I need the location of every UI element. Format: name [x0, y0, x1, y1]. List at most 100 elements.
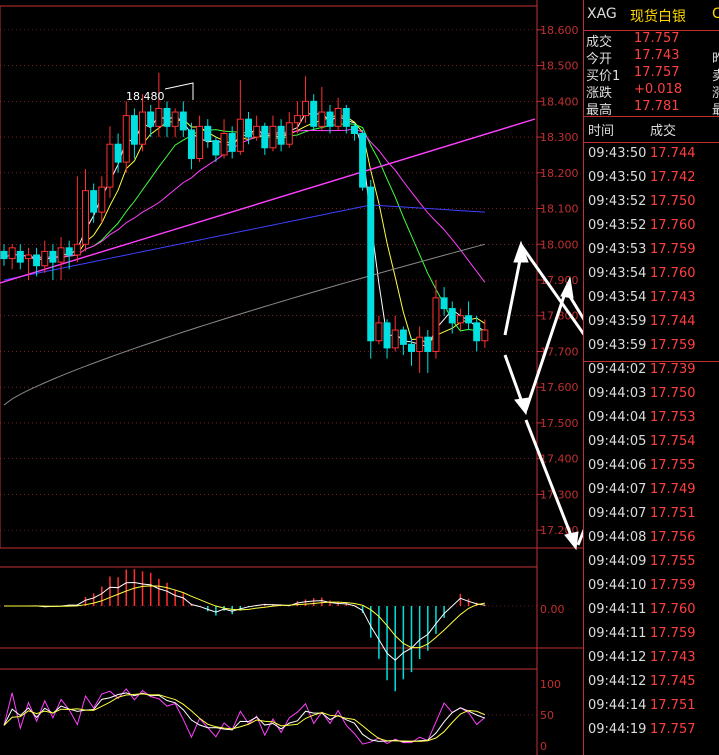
candle-body	[285, 122, 293, 145]
candle-body	[16, 250, 24, 263]
tick-time: 09:44:07	[588, 506, 647, 521]
candle-body	[424, 336, 432, 352]
candle-body	[342, 107, 350, 127]
ma5-line	[3, 112, 486, 348]
candle-body	[228, 132, 236, 152]
candle-body	[0, 250, 8, 260]
tick-time: 09:44:08	[588, 530, 647, 545]
tick-row[interactable]: 09:44:02 17.739	[584, 362, 719, 386]
quote-panel: XAG 现货白银 C 成交 17.757 今开 17.743 昨买价1 17.757 卖涨跌…	[583, 0, 719, 755]
candle-body	[236, 118, 244, 152]
candle-body	[326, 111, 334, 127]
kdj-50-label: 50	[540, 709, 554, 722]
tick-row[interactable]: 09:43:59 17.744	[584, 314, 719, 338]
tick-price: 17.749	[650, 482, 696, 497]
tick-row[interactable]: 09:44:11 17.759	[584, 626, 719, 650]
tick-row[interactable]: 09:43:54 17.743	[584, 290, 719, 314]
candle-body	[114, 143, 122, 163]
price-tick-label: 18.200	[540, 167, 579, 180]
tick-row[interactable]: 09:44:12 17.745	[584, 674, 719, 698]
tick-row[interactable]: 09:44:07 17.749	[584, 482, 719, 506]
quote-value: 17.757	[634, 31, 680, 46]
tick-row[interactable]: 09:43:52 17.760	[584, 218, 719, 242]
candle-body	[350, 125, 358, 134]
tick-row[interactable]: 09:44:04 17.753	[584, 410, 719, 434]
tick-row[interactable]: 09:44:07 17.751	[584, 506, 719, 530]
tick-time: 09:44:12	[588, 674, 647, 689]
annotation-arrows	[503, 240, 583, 551]
candle-body	[220, 132, 228, 156]
candle-body	[98, 186, 106, 213]
tick-row[interactable]: 09:44:08 17.756	[584, 530, 719, 554]
tick-price: 17.745	[650, 674, 696, 689]
tick-price: 17.755	[650, 554, 696, 569]
tick-row[interactable]: 09:43:50 17.744	[584, 146, 719, 170]
candle-body	[171, 111, 179, 127]
kdj-100-label: 100	[540, 678, 561, 691]
tick-price: 17.751	[650, 698, 696, 713]
ticks-time-header: 时间	[588, 124, 615, 139]
quote-value: 17.743	[634, 48, 680, 63]
candlesticks	[0, 72, 489, 373]
tick-time: 09:44:04	[588, 410, 647, 425]
candle-body	[383, 322, 391, 349]
tick-row[interactable]: 09:44:12 17.743	[584, 650, 719, 674]
candle-body	[41, 250, 49, 267]
price-tick-label: 18.000	[540, 238, 579, 251]
candle-body	[269, 125, 277, 149]
candle-body	[359, 132, 367, 188]
tick-price: 17.759	[650, 242, 696, 257]
tick-time: 09:43:52	[588, 218, 647, 233]
candle-body	[122, 115, 130, 163]
candle-body	[57, 247, 65, 263]
tick-row[interactable]: 09:43:50 17.742	[584, 170, 719, 194]
tick-row[interactable]: 09:43:54 17.760	[584, 266, 719, 290]
candle-body	[334, 107, 342, 127]
candle-body	[310, 100, 318, 127]
ticks-price-header: 成交	[650, 124, 677, 139]
candle-body	[90, 190, 98, 213]
tick-row[interactable]: 09:43:53 17.759	[584, 242, 719, 266]
tick-time: 09:43:54	[588, 290, 647, 305]
tick-time: 09:44:05	[588, 434, 647, 449]
tick-row[interactable]: 09:44:06 17.755	[584, 458, 719, 482]
candle-body	[302, 100, 310, 117]
price-grid	[0, 0, 543, 755]
candle-body	[408, 343, 415, 352]
tick-price: 17.739	[650, 362, 696, 377]
candle-body	[481, 329, 489, 342]
candle-body	[261, 125, 269, 149]
candle-body	[33, 254, 41, 267]
tick-row[interactable]: 09:43:52 17.750	[584, 194, 719, 218]
kdj-0-label: 0	[540, 740, 547, 753]
candle-body	[8, 247, 16, 260]
candle-body	[147, 111, 155, 127]
tick-row[interactable]: 09:44:10 17.759	[584, 578, 719, 602]
tick-price: 17.756	[650, 530, 696, 545]
tick-row[interactable]: 09:44:11 17.760	[584, 602, 719, 626]
tick-row[interactable]: 09:44:14 17.751	[584, 698, 719, 722]
tick-row[interactable]: 09:44:09 17.755	[584, 554, 719, 578]
tick-row[interactable]: 09:43:59 17.759	[584, 338, 719, 362]
quote-row: 成交 17.757	[584, 31, 719, 50]
tick-time: 09:43:54	[588, 266, 647, 281]
tick-row[interactable]: 09:44:19 17.757	[584, 722, 719, 746]
quote-row: 最高 17.781 最	[584, 99, 719, 118]
candle-body	[155, 107, 163, 127]
tick-price: 17.759	[650, 626, 696, 641]
price-tick-label: 18.300	[540, 131, 579, 144]
candle-body	[179, 111, 187, 131]
max-price-label: 18.480	[126, 90, 165, 103]
tick-row[interactable]: 09:44:03 17.750	[584, 386, 719, 410]
quote-header: XAG 现货白银 C	[584, 0, 719, 31]
price-tick-label: 17.400	[540, 453, 579, 466]
tick-price: 17.742	[650, 170, 696, 185]
tick-row[interactable]: 09:44:05 17.754	[584, 434, 719, 458]
candle-body	[65, 247, 73, 256]
price-tick-label: 18.500	[540, 60, 579, 73]
price-tick-label: 18.100	[540, 203, 579, 216]
kline-chart[interactable]: 18.480 18.600 18.500 18.400 18.300 18.200 18.…	[0, 0, 583, 755]
tick-time: 09:44:10	[588, 578, 647, 593]
tick-price: 17.750	[650, 386, 696, 401]
tick-time: 09:44:03	[588, 386, 647, 401]
